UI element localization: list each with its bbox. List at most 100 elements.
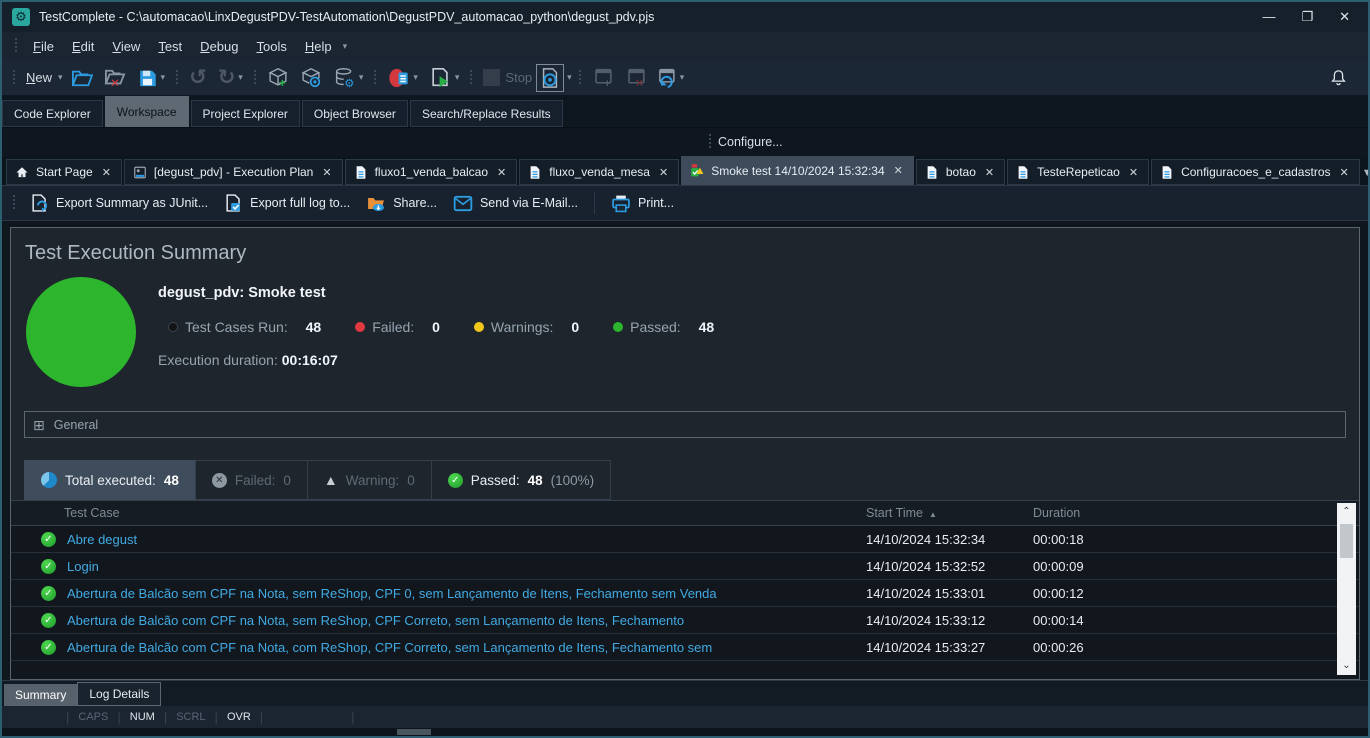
table-header: Test Case Start Time▲ Duration [11, 501, 1359, 526]
new-window-button[interactable]: + [588, 64, 618, 91]
doctab-smoke-test[interactable]: Smoke test 14/10/2024 15:32:34 ✕ [681, 156, 914, 185]
restore-button[interactable]: ❐ [1301, 9, 1313, 25]
close-icon[interactable]: ✕ [1127, 166, 1140, 179]
add-item-button[interactable]: + [263, 64, 293, 91]
menu-overflow-caret[interactable]: ▾ [343, 41, 348, 52]
minimize-button[interactable]: — [1262, 9, 1275, 25]
horizontal-scrollbar[interactable] [2, 728, 1368, 736]
doctab-configuracoes-e-cadastros[interactable]: Configuracoes_e_cadastros ✕ [1151, 159, 1360, 185]
open-project-button[interactable] [67, 65, 97, 91]
test-case-link[interactable]: Abre degust [67, 532, 137, 547]
new-button[interactable]: New▾ [22, 67, 67, 88]
configure-button[interactable]: Configure... [718, 135, 783, 149]
filter-total-executed[interactable]: Total executed:48 [24, 460, 195, 500]
toolbar-grip[interactable] [708, 134, 712, 150]
test-case-link[interactable]: Abertura de Balcão sem CPF na Nota, sem … [67, 586, 717, 601]
menu-view[interactable]: View [103, 35, 149, 58]
filter-warning[interactable]: ▲ Warning:0 [307, 460, 431, 500]
doctab-execution-plan[interactable]: [degust_pdv] - Execution Plan ✕ [124, 159, 343, 185]
tab-summary[interactable]: Summary [4, 684, 77, 706]
doctab-fluxo-venda-mesa[interactable]: fluxo_venda_mesa ✕ [519, 159, 679, 185]
toolbar-grip[interactable] [578, 70, 582, 86]
close-icon[interactable]: ✕ [892, 164, 905, 177]
tab-workspace[interactable]: Workspace [105, 96, 189, 127]
table-row[interactable]: ✓Abre degust 14/10/2024 15:32:34 00:00:1… [11, 526, 1359, 553]
run-test-button[interactable]: ▾ [425, 64, 464, 92]
test-case-link[interactable]: Login [67, 559, 99, 574]
menu-test[interactable]: Test [149, 35, 191, 58]
doctab-start-page[interactable]: Start Page ✕ [6, 159, 122, 185]
workspace-area: Test Execution Summary degust_pdv: Smoke… [2, 221, 1368, 680]
table-row[interactable]: ✓Login 14/10/2024 15:32:52 00:00:09 [11, 553, 1359, 580]
test-case-link[interactable]: Abertura de Balcão com CPF na Nota, sem … [67, 613, 684, 628]
tab-log-details[interactable]: Log Details [77, 682, 161, 706]
toolbar-grip[interactable] [12, 70, 16, 86]
notifications-button[interactable] [1325, 65, 1352, 91]
close-button[interactable]: ✕ [1339, 9, 1350, 25]
doctab-botao[interactable]: botao ✕ [916, 159, 1005, 185]
undo-button[interactable]: ↺ [185, 65, 211, 91]
export-full-log-button[interactable]: Export full log to... [216, 189, 358, 217]
toolbar-grip[interactable] [373, 70, 377, 86]
toolbar-grip[interactable] [469, 70, 473, 86]
toolbar-grip[interactable] [175, 70, 179, 86]
close-window-button[interactable]: ✕ [621, 64, 651, 91]
close-icon[interactable]: ✕ [1338, 166, 1351, 179]
close-icon[interactable]: ✕ [495, 166, 508, 179]
vertical-scrollbar[interactable]: ⌃ ⌄ [1337, 503, 1356, 675]
menu-edit[interactable]: Edit [63, 35, 103, 58]
tab-search-replace-results[interactable]: Search/Replace Results [410, 100, 563, 127]
general-section-header[interactable]: ⊞ General [24, 411, 1346, 438]
checkpoint-button[interactable] [296, 64, 326, 91]
debug-run-button[interactable] [536, 64, 564, 92]
tab-code-explorer[interactable]: Code Explorer [2, 100, 103, 127]
menu-tools[interactable]: Tools [247, 35, 295, 58]
scrollbar-thumb[interactable] [397, 729, 431, 735]
toolbar-grip[interactable] [14, 38, 18, 54]
save-button[interactable]: ▾ [133, 65, 170, 91]
restore-window-button[interactable]: ▾ [651, 64, 689, 91]
col-test-case[interactable]: Test Case [11, 506, 866, 520]
filter-failed[interactable]: ✕ Failed:0 [195, 460, 307, 500]
doctab-fluxo1-venda-balcao[interactable]: fluxo1_venda_balcao ✕ [345, 159, 518, 185]
expand-plus-icon[interactable]: ⊞ [33, 418, 45, 432]
toolbar-grip[interactable] [12, 195, 16, 211]
open-project-icon [71, 68, 93, 88]
close-project-button[interactable]: ✕ [100, 65, 130, 91]
show-log-button[interactable]: ▾ [383, 64, 422, 92]
table-row[interactable]: ✓Abertura de Balcão sem CPF na Nota, sem… [11, 580, 1359, 607]
export-summary-junit-button[interactable]: Export Summary as JUnit... [22, 189, 216, 217]
chevron-down-icon[interactable]: ▾ [567, 72, 572, 83]
table-row[interactable]: ✓ Abertura de Balcão com CPF na Nota, com… [11, 634, 1359, 661]
menu-file[interactable]: File [24, 35, 63, 58]
tab-object-browser[interactable]: Object Browser [302, 100, 408, 127]
redo-button[interactable]: ↻▾ [214, 65, 247, 91]
tab-project-explorer[interactable]: Project Explorer [191, 100, 300, 127]
share-button[interactable]: Share... [358, 190, 445, 217]
filter-passed[interactable]: ✓ Passed:48 (100%) [431, 460, 611, 500]
table-row[interactable]: ✓Abertura de Balcão com CPF na Nota, sem… [11, 607, 1359, 634]
checkpoint-icon [300, 67, 322, 88]
tab-list-dropdown[interactable]: ▼ [1362, 167, 1370, 185]
close-icon[interactable]: ✕ [983, 166, 996, 179]
scroll-down-icon[interactable]: ⌄ [1342, 657, 1350, 675]
close-icon[interactable]: ✕ [657, 166, 670, 179]
stop-button[interactable]: Stop [479, 66, 536, 89]
print-button[interactable]: Print... [603, 190, 682, 217]
passed-check-icon: ✓ [41, 640, 56, 655]
close-icon[interactable]: ✕ [100, 166, 113, 179]
test-case-link[interactable]: Abertura de Balcão com CPF na Nota, com … [67, 640, 712, 655]
scrollbar-thumb[interactable] [1340, 524, 1353, 558]
send-email-button[interactable]: Send via E-Mail... [445, 191, 586, 216]
toolbar-grip[interactable] [253, 70, 257, 86]
green-dot-icon [613, 322, 623, 332]
menu-help[interactable]: Help [296, 35, 341, 58]
close-icon[interactable]: ✕ [320, 166, 333, 179]
data-generator-button[interactable]: ⚙ ▾ [329, 64, 368, 91]
col-duration[interactable]: Duration [1033, 506, 1333, 520]
col-start-time[interactable]: Start Time▲ [866, 506, 1033, 520]
caps-indicator: CAPS [78, 711, 108, 723]
doctab-testerepeticao[interactable]: TesteRepeticao ✕ [1007, 159, 1149, 185]
scroll-up-icon[interactable]: ⌃ [1342, 503, 1350, 521]
menu-debug[interactable]: Debug [191, 35, 247, 58]
